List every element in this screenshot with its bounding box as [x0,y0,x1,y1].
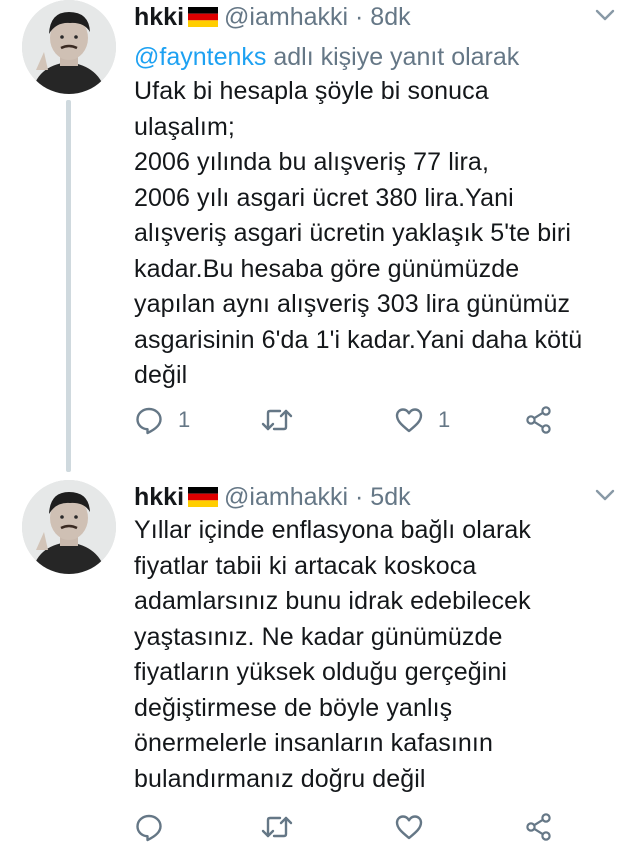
timestamp[interactable]: 8dk [370,3,410,31]
retweet-button[interactable] [260,403,308,437]
thread-line [66,100,71,472]
share-button[interactable] [524,403,554,437]
reply-button[interactable]: 1 [134,403,190,437]
reply-button[interactable] [134,810,178,844]
share-icon [526,813,551,841]
retweet-button[interactable] [260,810,308,844]
timestamp[interactable]: 5dk [370,483,410,511]
like-button[interactable]: 1 [394,403,450,437]
reply-context: @fayntenks adlı kişiye yanıt olarak [134,40,519,74]
avatar[interactable] [22,480,116,574]
tweet-actions [134,810,604,844]
reply-context-label: adlı kişiye yanıt olarak [266,43,520,71]
tweet-header: hkki @iamhakki · 5dk [134,482,411,512]
like-button[interactable] [394,810,438,844]
heart-icon [395,815,423,840]
germany-flag-icon [188,487,219,507]
reply-icon [136,814,162,842]
heart-icon [395,408,423,433]
separator-dot: · [355,483,364,511]
avatar[interactable] [22,0,116,94]
display-name[interactable]: hkki [134,483,184,511]
separator-dot: · [355,3,364,31]
avatar-image [22,480,116,574]
reply-count: 1 [178,407,191,432]
germany-flag-icon [188,7,219,27]
display-name[interactable]: hkki [134,3,184,31]
chevron-down-icon[interactable] [595,8,615,22]
tweet-text: Ufak bi hesapla şöyle bi sonuca ulaşalım… [134,77,583,389]
tweet-header: hkki @iamhakki · 8dk [134,2,411,32]
retweet-icon [261,816,293,838]
like-count: 1 [438,407,451,432]
chevron-down-icon[interactable] [595,488,615,502]
retweet-icon [261,409,293,431]
user-handle[interactable]: @iamhakki [224,3,348,31]
tweet-actions: 1 1 [134,403,604,437]
share-button[interactable] [524,810,554,844]
tweet-text: Yıllar içinde enflasyona bağlı olarak fi… [134,516,531,793]
mention-link[interactable]: @fayntenks [134,43,266,71]
share-icon [526,406,551,434]
avatar-image [22,0,116,94]
user-handle[interactable]: @iamhakki [224,483,348,511]
reply-icon [136,407,162,435]
